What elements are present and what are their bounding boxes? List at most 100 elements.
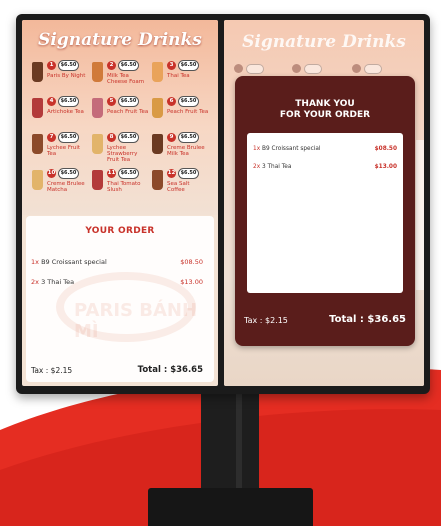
drink-number: 2 [107, 61, 116, 70]
drink-price: $6.50 [118, 60, 139, 71]
drink-price: $6.50 [58, 132, 79, 143]
order-line-qty: 2x [31, 278, 39, 286]
drink-number: 6 [167, 97, 176, 106]
left-screen: Signature Drinks 1 $6.50 Paris By Night 2 $… [22, 20, 218, 386]
drink-name: Milk Tea Cheese Foam [107, 73, 145, 85]
order-heading: YOUR ORDER [85, 226, 155, 236]
drink-item[interactable]: 6 $6.50 Peach Fruit Tea [150, 94, 210, 130]
total-label: Total : $36.65 [137, 365, 203, 375]
drink-item[interactable]: 10 $6.50 Creme Brulee Matcha [30, 166, 90, 202]
right-screen: Signature Drinks THANK YOU FOR YOUR ORDE… [224, 20, 424, 386]
drink-number: 1 [47, 61, 56, 70]
drink-name: Lychee Fruit Tea [47, 145, 81, 157]
drink-price: $6.50 [178, 168, 199, 179]
drink-price: $6.50 [58, 96, 79, 107]
drink-cup-icon [92, 170, 103, 190]
drink-name: Creme Brulee Milk Tea [167, 145, 205, 157]
drink-item[interactable]: 5 $6.50 Peach Fruit Tea [90, 94, 150, 130]
drink-number: 3 [167, 61, 176, 70]
order-line-qty: 1x [253, 146, 261, 152]
drink-cup-icon [32, 62, 43, 82]
drink-name: Artichoke Tea [47, 109, 84, 115]
order-line-amount: $08.50 [374, 146, 397, 152]
menu-title: Signature Drinks [38, 30, 202, 50]
drink-name: Sea Salt Coffee [167, 181, 190, 193]
drink-price: $6.50 [178, 60, 199, 71]
total-label: Total : $36.65 [329, 314, 406, 325]
drink-cup-icon [152, 170, 163, 190]
drink-name: Thai Tomato Slush [107, 181, 141, 193]
drink-cup-icon [152, 98, 163, 118]
tax-label: Tax : $2.15 [244, 316, 288, 325]
drink-number: 8 [107, 133, 116, 142]
drink-number: 11 [107, 169, 116, 178]
drink-number: 5 [107, 97, 116, 106]
drink-number: 4 [47, 97, 56, 106]
drink-price: $6.50 [178, 132, 199, 143]
drink-cup-icon [152, 62, 163, 82]
faded-menu-strip [416, 140, 424, 290]
order-line-amount: $08.50 [180, 258, 203, 266]
faded-number-icon [352, 64, 361, 73]
order-line-name: B9 Croissant special [261, 146, 321, 152]
drink-name: Thai Tea [167, 73, 190, 79]
drink-price: $6.50 [118, 168, 139, 179]
thank-you-line-1: THANK YOU [295, 99, 355, 109]
kiosk-stand-base [148, 488, 313, 526]
drink-item[interactable]: 9 $6.50 Creme Brulee Milk Tea [150, 130, 210, 166]
drink-item[interactable]: 3 $6.50 Thai Tea [150, 58, 210, 94]
your-order-card: PARIS BÁNH MÌ YOUR ORDER 1x B9 Croissant… [26, 216, 214, 382]
drink-number: 9 [167, 133, 176, 142]
drink-cup-icon [32, 98, 43, 118]
faded-number-icon [234, 64, 243, 73]
drink-item[interactable]: 4 $6.50 Artichoke Tea [30, 94, 90, 130]
drink-cup-icon [92, 62, 103, 82]
drink-number: 12 [167, 169, 176, 178]
drink-price: $6.50 [178, 96, 199, 107]
order-line-name: B9 Croissant special [41, 258, 107, 266]
drink-price: $6.50 [58, 168, 79, 179]
drink-number: 7 [47, 133, 56, 142]
drink-item[interactable]: 12 $6.50 Sea Salt Coffee [150, 166, 210, 202]
order-line-qty: 2x [253, 164, 261, 170]
order-line[interactable]: 2x 3 Thai Tea $13.00 [31, 278, 209, 286]
watermark-logo-text: PARIS BÁNH MÌ [74, 300, 198, 342]
kiosk-stand-pole [201, 394, 259, 494]
order-summary-box: 1x B9 Croissant special $08.50 2x 3 Thai… [247, 133, 403, 293]
kiosk-stand-edge [236, 394, 242, 494]
drink-cup-icon [32, 170, 43, 190]
drink-name: Paris By Night [47, 73, 86, 79]
drink-price: $6.50 [118, 132, 139, 143]
drink-item[interactable]: 7 $6.50 Lychee Fruit Tea [30, 130, 90, 166]
drink-price: $6.50 [118, 96, 139, 107]
product-scene: Signature Drinks 1 $6.50 Paris By Night 2 $… [0, 0, 441, 526]
drink-price: $6.50 [58, 60, 79, 71]
dual-screen-kiosk: Signature Drinks 1 $6.50 Paris By Night 2 $… [16, 14, 430, 394]
drink-name: Peach Fruit Tea [107, 109, 149, 115]
drink-cup-icon [152, 134, 163, 154]
order-line[interactable]: 2x 3 Thai Tea $13.00 [253, 164, 399, 170]
drink-name: Lychee Strawberry Fruit Tea [107, 145, 138, 163]
order-line-amount: $13.00 [374, 164, 397, 170]
drinks-grid: 1 $6.50 Paris By Night 2 $6.50 Milk Tea Chee… [30, 58, 210, 202]
order-line-amount: $13.00 [180, 278, 203, 286]
faded-number-icon [292, 64, 301, 73]
drink-cup-icon [32, 134, 43, 154]
drink-item[interactable]: 2 $6.50 Milk Tea Cheese Foam [90, 58, 150, 94]
order-summary-row: Tax : $2.15 Total : $36.65 [31, 365, 209, 375]
drink-number: 10 [47, 169, 56, 178]
thank-you-title: THANK YOU FOR YOUR ORDER [235, 99, 415, 121]
drink-item[interactable]: 1 $6.50 Paris By Night [30, 58, 90, 94]
faded-menu-title: Signature Drinks [242, 32, 406, 52]
drink-cup-icon [92, 134, 103, 154]
order-line-qty: 1x [31, 258, 39, 266]
thank-you-line-2: FOR YOUR ORDER [279, 110, 371, 120]
drink-name: Creme Brulee Matcha [47, 181, 85, 193]
order-line[interactable]: 1x B9 Croissant special $08.50 [31, 258, 209, 266]
order-line[interactable]: 1x B9 Croissant special $08.50 [253, 146, 399, 152]
order-line-name: 3 Thai Tea [41, 278, 75, 286]
faded-price-icon [246, 64, 264, 74]
drink-cup-icon [92, 98, 103, 118]
drink-item[interactable]: 8 $6.50 Lychee Strawberry Fruit Tea [90, 130, 150, 166]
drink-item[interactable]: 11 $6.50 Thai Tomato Slush [90, 166, 150, 202]
